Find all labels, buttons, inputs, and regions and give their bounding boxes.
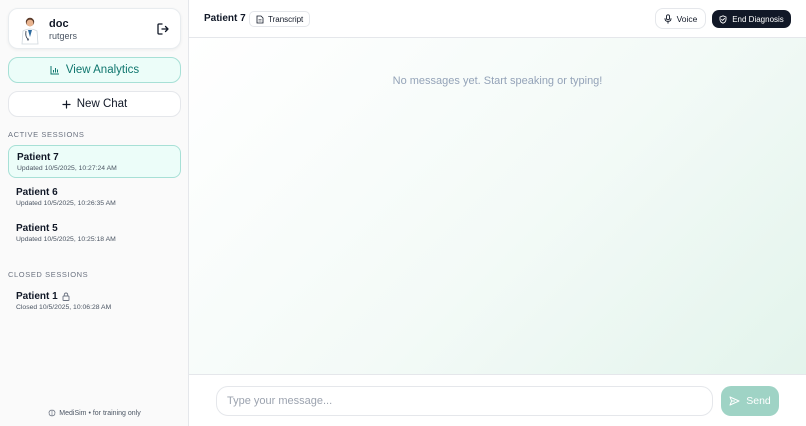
transcript-button[interactable]: Transcript xyxy=(249,11,311,27)
end-diagnosis-button[interactable]: End Diagnosis xyxy=(712,10,791,28)
end-diagnosis-label: End Diagnosis xyxy=(732,14,784,24)
chat-title: Patient 7 xyxy=(204,13,246,24)
new-chat-button[interactable]: New Chat xyxy=(8,91,181,117)
chat-main: Patient 7 Transcript Voice End Diagnosis… xyxy=(189,0,806,426)
chat-header: Patient 7 Transcript Voice End Diagnosis xyxy=(189,0,806,38)
footer: MediSim • for training only xyxy=(0,409,189,417)
bar-chart-icon xyxy=(50,66,59,75)
voice-button[interactable]: Voice xyxy=(655,8,706,29)
plus-icon xyxy=(62,99,71,109)
send-label: Send xyxy=(746,395,771,407)
session-item-patient-6[interactable]: Patient 6 Updated 10/5/2025, 10:26:35 AM xyxy=(8,181,181,214)
logout-icon[interactable] xyxy=(156,22,170,36)
session-title-row: Patient 1 xyxy=(16,291,70,302)
view-analytics-button[interactable]: View Analytics xyxy=(8,57,181,83)
footer-text: MediSim • for training only xyxy=(59,409,141,417)
composer: Send xyxy=(189,374,806,426)
closed-sessions-heading: CLOSED SESSIONS xyxy=(8,270,89,279)
document-icon xyxy=(256,15,264,23)
brain-icon xyxy=(48,409,56,417)
session-timestamp: Closed 10/5/2025, 10:06:28 AM xyxy=(16,304,112,311)
send-icon xyxy=(729,396,740,406)
empty-state-text: No messages yet. Start speaking or typin… xyxy=(392,75,603,87)
message-area: No messages yet. Start speaking or typin… xyxy=(189,38,806,374)
session-item-patient-5[interactable]: Patient 5 Updated 10/5/2025, 10:25:18 AM xyxy=(8,217,181,250)
user-name: doc xyxy=(49,18,69,30)
shield-check-icon xyxy=(719,14,727,24)
sidebar: doc rutgers View Analytics New Chat ACTI… xyxy=(0,0,189,426)
view-analytics-label: View Analytics xyxy=(65,64,140,76)
user-card: doc rutgers xyxy=(8,8,181,49)
session-title: Patient 5 xyxy=(16,223,58,234)
session-timestamp: Updated 10/5/2025, 10:27:24 AM xyxy=(17,165,117,172)
user-organization: rutgers xyxy=(49,31,78,41)
session-item-patient-7[interactable]: Patient 7 Updated 10/5/2025, 10:27:24 AM xyxy=(8,145,181,178)
session-timestamp: Updated 10/5/2025, 10:26:35 AM xyxy=(16,200,116,207)
new-chat-label: New Chat xyxy=(76,98,128,110)
active-sessions-heading: ACTIVE SESSIONS xyxy=(8,130,85,139)
doctor-avatar xyxy=(21,17,39,45)
microphone-icon xyxy=(664,13,672,24)
lock-icon xyxy=(62,292,70,301)
voice-label: Voice xyxy=(676,13,698,24)
message-input[interactable] xyxy=(216,386,713,416)
session-title: Patient 7 xyxy=(17,152,59,163)
session-timestamp: Updated 10/5/2025, 10:25:18 AM xyxy=(16,236,116,243)
send-button[interactable]: Send xyxy=(721,386,779,416)
session-title: Patient 6 xyxy=(16,187,58,198)
session-item-patient-1[interactable]: Patient 1 Closed 10/5/2025, 10:06:28 AM xyxy=(8,285,181,318)
transcript-label: Transcript xyxy=(268,14,304,24)
session-title: Patient 1 xyxy=(16,291,58,302)
